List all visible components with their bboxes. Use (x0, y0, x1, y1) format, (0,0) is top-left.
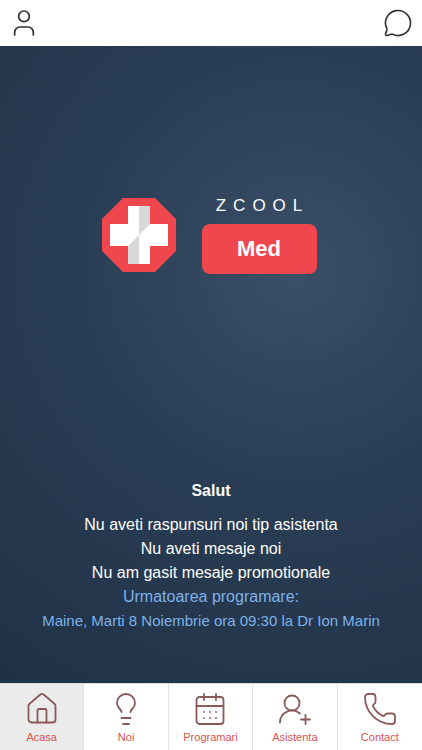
tab-bar: Acasa Noi Programari Asistenta Contact (0, 683, 422, 750)
phone-icon (362, 691, 398, 727)
appointment-label: Urmatoarea programare: (123, 588, 299, 606)
tab[interactable]: Acasa (0, 684, 84, 750)
tab-label: Asistenta (272, 731, 317, 743)
home-icon (24, 691, 60, 727)
notice: Nu aveti raspunsuri noi tip asistenta (84, 516, 337, 534)
tab-label: Acasa (26, 731, 57, 743)
home-panel: ZCOOL Med Salut Nu aveti raspunsuri noi tip… (0, 46, 422, 683)
lightbulb-icon (108, 691, 144, 727)
profile-button[interactable] (6, 5, 42, 41)
notice: Nu aveti mesaje noi (141, 540, 282, 558)
tab[interactable]: Noi (84, 684, 168, 750)
status-block: Salut Nu aveti raspunsuri noi tip asisten… (0, 482, 422, 629)
logo-brand: ZCOOL (209, 196, 310, 216)
appointment-text[interactable]: Maine, Marti 8 Noiembrie ora 09:30 la Dr… (42, 612, 380, 629)
tab-label: Noi (118, 731, 135, 743)
messages-button[interactable] (380, 5, 416, 41)
tab-label: Programari (183, 731, 237, 743)
logo-text: ZCOOL Med (202, 196, 317, 274)
tab[interactable]: Contact (338, 684, 422, 750)
chat-icon (383, 8, 413, 38)
header (0, 0, 422, 46)
logo-badge: Med (202, 224, 317, 274)
user-plus-icon (277, 691, 313, 727)
notice: Nu am gasit mesaje promotionale (92, 564, 330, 582)
logo-icon (100, 196, 178, 274)
logo: ZCOOL Med (100, 196, 317, 274)
tab-label: Contact (361, 731, 399, 743)
greeting: Salut (191, 482, 230, 500)
tab[interactable]: Asistenta (253, 684, 337, 750)
app-screen: ZCOOL Med Salut Nu aveti raspunsuri noi tip… (0, 0, 422, 750)
user-icon (8, 7, 40, 39)
calendar-icon (192, 691, 228, 727)
tab[interactable]: Programari (169, 684, 253, 750)
